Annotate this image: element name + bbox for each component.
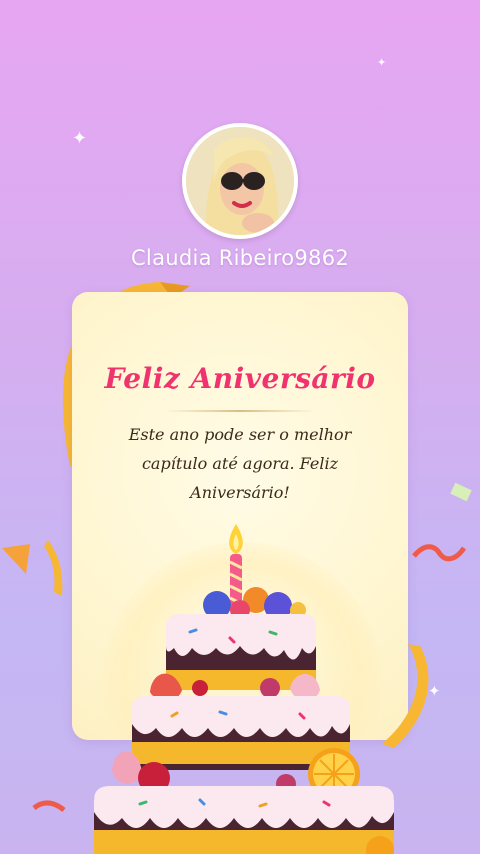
- confetti: [450, 482, 472, 502]
- avatar-photo: [186, 127, 294, 235]
- confetti: [32, 800, 66, 813]
- card-title: Feliz Aniversário: [104, 362, 376, 395]
- confetti: [412, 544, 467, 562]
- birthday-cake-illustration: [94, 524, 394, 854]
- sparkle-icon: ✦: [72, 128, 88, 149]
- candle-icon: [229, 524, 243, 606]
- title-divider: [164, 410, 316, 412]
- username: Claudia Ribeiro9862: [130, 246, 350, 270]
- sparkle-icon: ✦: [377, 56, 387, 69]
- card-message: Este ano pode ser o melhor capítulo até …: [128, 425, 352, 502]
- confetti: [2, 540, 63, 596]
- avatar[interactable]: [182, 123, 298, 239]
